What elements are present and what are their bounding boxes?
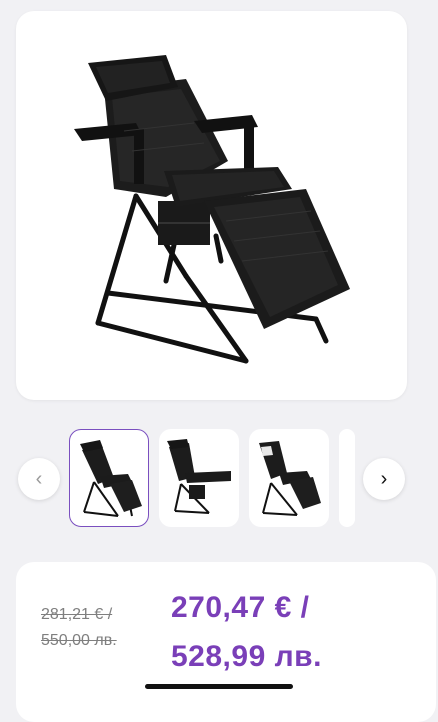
top-strip xyxy=(0,0,438,8)
prev-image-button[interactable]: ‹ xyxy=(18,458,60,500)
old-price-eur: 281,21 € / xyxy=(41,606,113,623)
thumbnail-chair-image xyxy=(259,441,321,516)
thumbnail-strip: ‹ › xyxy=(0,429,438,529)
main-product-image[interactable] xyxy=(16,11,407,400)
chair-illustration xyxy=(74,55,350,364)
current-price-bgn: 528,99 лв. xyxy=(171,640,322,673)
thumbnail-1[interactable] xyxy=(69,429,149,527)
thumbnail-chair-image xyxy=(167,439,231,514)
thumbnail-3[interactable] xyxy=(249,429,329,527)
price-card: 281,21 € / 550,00 лв. 270,47 € / 528,99 … xyxy=(16,562,436,722)
chevron-right-icon: › xyxy=(380,468,388,490)
thumbnail-2[interactable] xyxy=(159,429,239,527)
next-image-button[interactable]: › xyxy=(363,458,405,500)
chevron-left-icon: ‹ xyxy=(35,468,43,490)
thumbnail-4[interactable] xyxy=(339,429,355,527)
home-indicator xyxy=(145,684,293,689)
current-price-eur: 270,47 € / xyxy=(171,591,310,624)
old-price-bgn: 550,00 лв. xyxy=(41,632,117,649)
thumbnail-chair-image xyxy=(80,440,142,517)
